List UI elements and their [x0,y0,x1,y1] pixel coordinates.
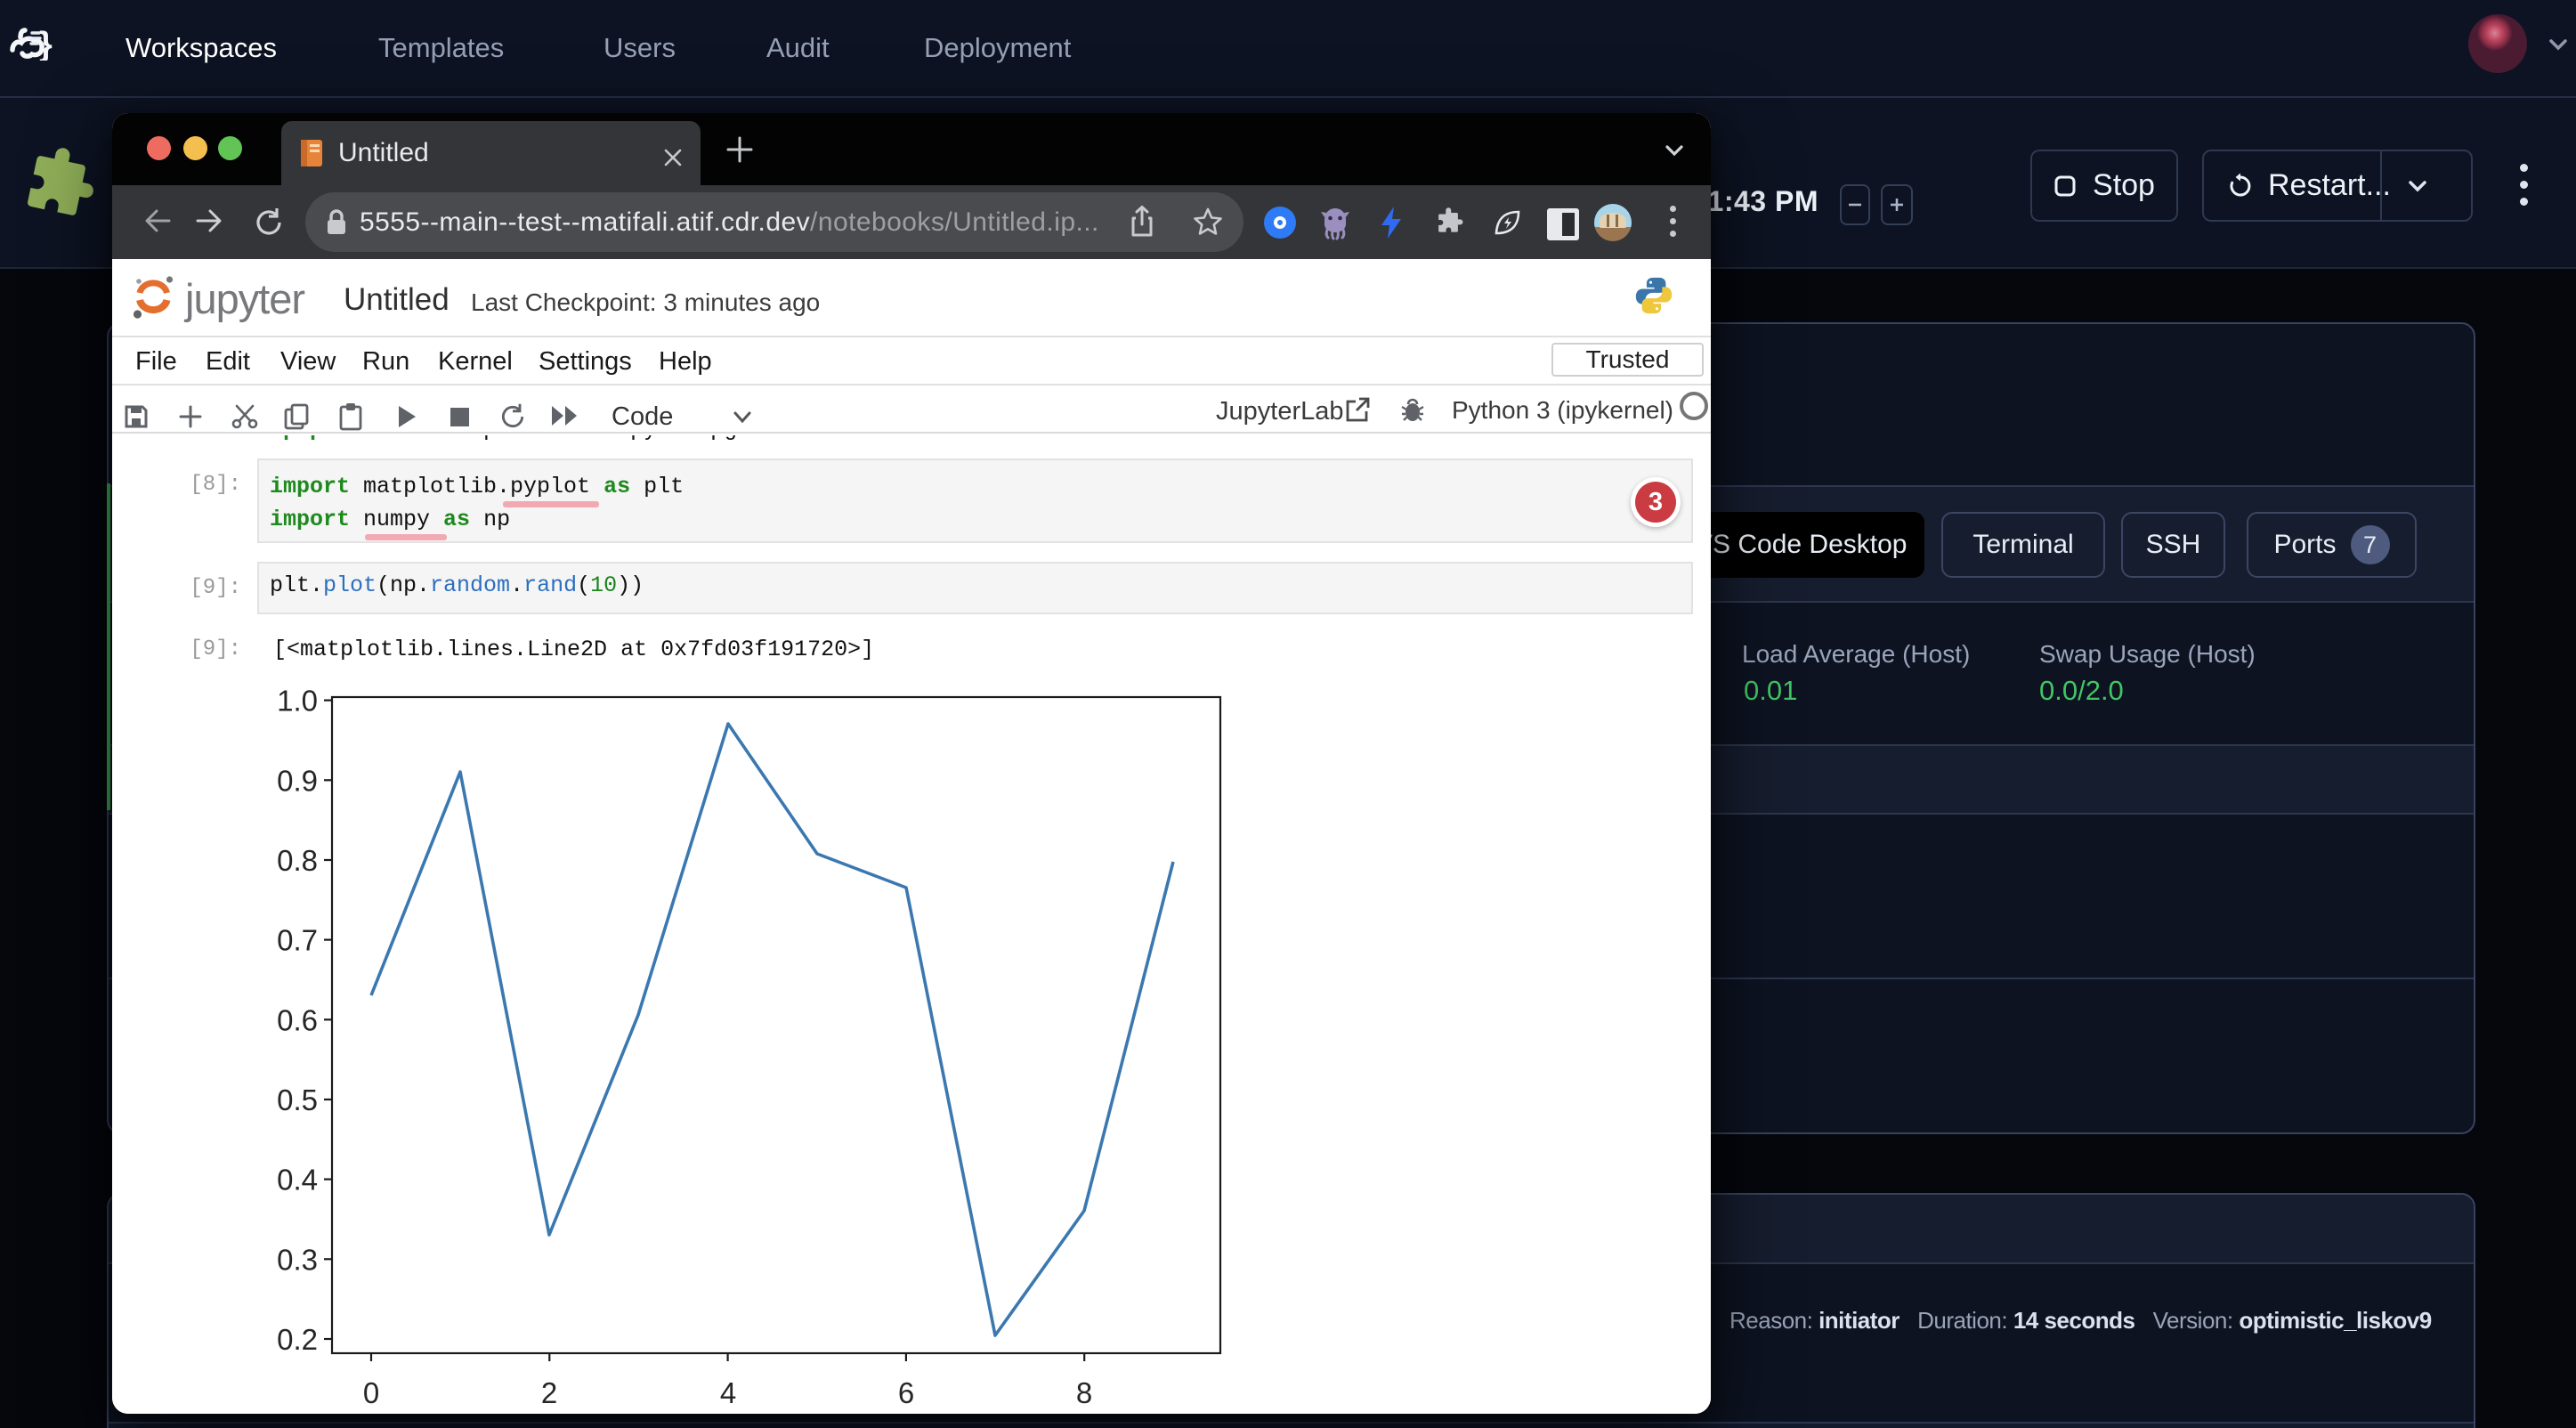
svg-text:0.9: 0.9 [277,764,318,797]
svg-text:6: 6 [898,1376,914,1409]
svg-text:}: } [39,27,53,61]
svg-text:0.7: 0.7 [277,924,318,957]
svg-text:1.0: 1.0 [277,685,318,718]
svg-text:0: 0 [363,1376,379,1409]
svg-text:4: 4 [720,1376,736,1409]
svg-text:0.6: 0.6 [277,1003,318,1036]
svg-text:2: 2 [541,1376,557,1409]
svg-text:8: 8 [1076,1376,1092,1409]
svg-text:0.4: 0.4 [277,1164,318,1197]
svg-text:0.8: 0.8 [277,844,318,877]
svg-text:0.3: 0.3 [277,1243,318,1276]
svg-text:0.2: 0.2 [277,1323,318,1356]
svg-text:0.5: 0.5 [277,1083,318,1116]
